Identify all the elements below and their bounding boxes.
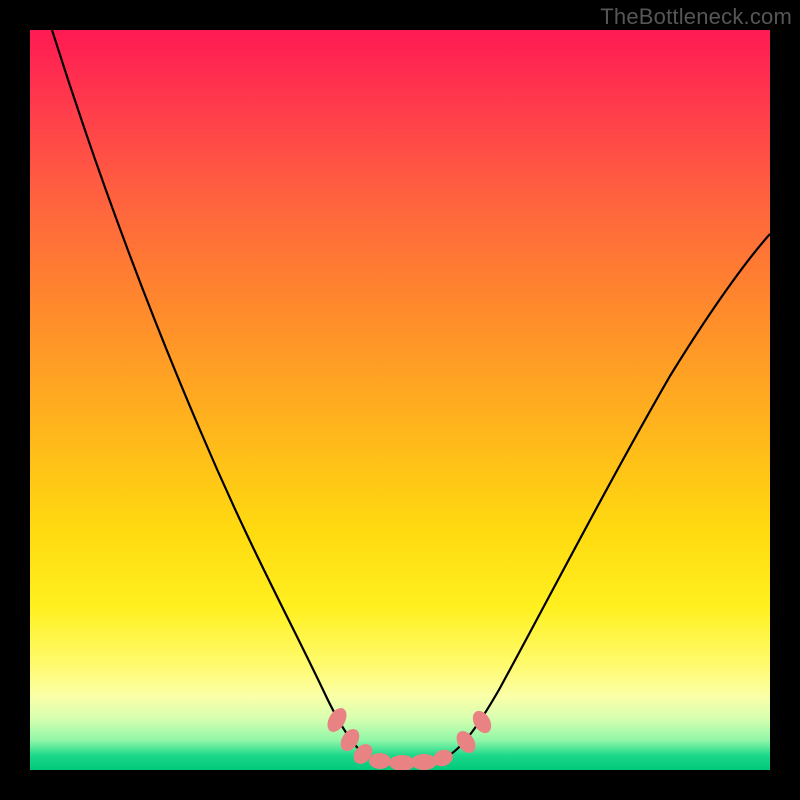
- marker-dot-icon: [411, 754, 437, 770]
- marker-dot-icon: [453, 728, 480, 757]
- markers-left: [324, 705, 377, 768]
- marker-dot-icon: [324, 705, 351, 736]
- chart-frame: TheBottleneck.com: [0, 0, 800, 800]
- marker-dot-icon: [369, 753, 391, 769]
- curve-right: [446, 234, 770, 757]
- markers-floor: [369, 747, 455, 770]
- curve-left: [52, 30, 366, 756]
- chart-plot-area: [30, 30, 770, 770]
- markers-right: [453, 708, 495, 757]
- chart-curves: [30, 30, 770, 770]
- watermark-text: TheBottleneck.com: [600, 4, 792, 30]
